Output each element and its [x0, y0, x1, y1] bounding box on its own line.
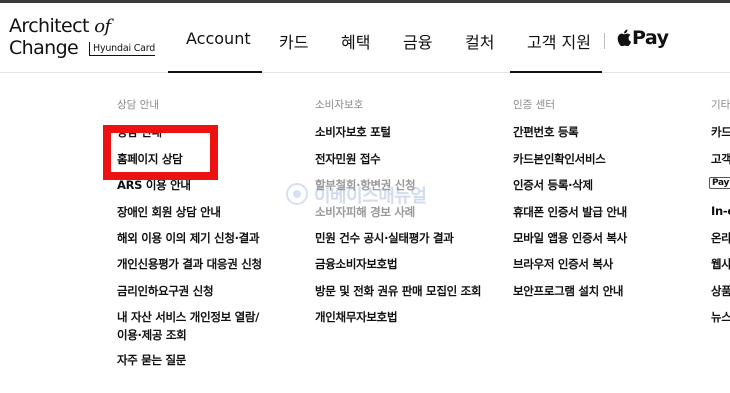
column-title-consumer-protection: 소비자보호: [315, 99, 364, 111]
menu-card-identity-service[interactable]: 카드본인확인서비스: [513, 151, 606, 167]
menu-etc-pay[interactable]: Pay: [709, 177, 730, 189]
menu-etc-web[interactable]: 웹사: [711, 256, 730, 272]
watermark-text: 이베이스매뉴얼: [314, 186, 427, 207]
menu-disabled-member-guide[interactable]: 장애인 회원 상담 안내: [117, 204, 221, 220]
menu-etc-online[interactable]: 온라: [711, 230, 730, 246]
column-title-etc: 기타: [711, 99, 730, 111]
apple-icon: [617, 29, 631, 46]
menu-interest-reduction-request[interactable]: 금리인하요구권 신청: [117, 283, 214, 299]
menu-certificate-register-delete[interactable]: 인증서 등록·삭제: [513, 177, 593, 193]
watermark: 이베이스매뉴얼: [286, 180, 456, 212]
hyundai-card-logo[interactable]: Architect of Change Hyundai Card: [9, 15, 159, 61]
pay-label: Pay: [632, 27, 669, 49]
nav-divider: [604, 33, 605, 49]
nav-account[interactable]: Account: [186, 29, 251, 48]
highlight-box: [103, 125, 218, 180]
header: Architect of Change Hyundai Card Account…: [0, 3, 730, 73]
menu-security-program-guide[interactable]: 보안프로그램 설치 안내: [513, 283, 624, 299]
logo-card-label: Hyundai Card: [89, 42, 155, 56]
menu-e-complaint[interactable]: 전자민원 접수: [315, 151, 381, 167]
menu-faq[interactable]: 자주 묻는 질문: [117, 352, 186, 368]
logo-line-2: Change: [9, 37, 79, 59]
menu-credit-evaluation-response[interactable]: 개인신용평가 결과 대응권 신청: [117, 256, 262, 272]
nav-finance[interactable]: 금융: [403, 29, 432, 53]
customer-support-active-indicator: [510, 71, 602, 73]
menu-solicitor-lookup[interactable]: 방문 및 전화 권유 판매 모집인 조회: [315, 283, 481, 299]
menu-etc-in-car[interactable]: In-c: [711, 204, 730, 218]
menu-mobile-app-certificate-copy[interactable]: 모바일 앱용 인증서 복사: [513, 230, 627, 246]
menu-asset-service-privacy[interactable]: 내 자산 서비스 개인정보 열람/: [117, 309, 259, 325]
menu-asset-service-privacy-line2[interactable]: 이용·제공 조회: [117, 327, 187, 343]
menu-mobile-certificate-guide[interactable]: 휴대폰 인증서 발급 안내: [513, 204, 627, 220]
menu-etc-product[interactable]: 상품: [711, 283, 730, 299]
watermark-icon: [286, 183, 308, 205]
menu-simple-pin-register[interactable]: 간편번호 등록: [513, 124, 579, 140]
menu-overseas-dispute[interactable]: 해외 이용 이의 제기 신청·결과: [117, 230, 260, 246]
logo-line-1: Architect of: [9, 15, 111, 37]
menu-complaint-disclosure[interactable]: 민원 건수 공시·실태평가 결과: [315, 230, 454, 246]
column-title-consultation: 상담 안내: [117, 99, 159, 111]
menu-consumer-protection-portal[interactable]: 소비자보호 포털: [315, 124, 391, 140]
nav-customer-support[interactable]: 고객 지원: [527, 29, 591, 53]
menu-etc-news[interactable]: 뉴스: [711, 309, 730, 325]
account-active-indicator: [168, 71, 262, 73]
menu-financial-consumer-law[interactable]: 금융소비자보호법: [315, 256, 398, 272]
menu-etc-card[interactable]: 카드: [711, 124, 730, 140]
menu-personal-debtor-law[interactable]: 개인채무자보호법: [315, 309, 398, 325]
column-title-certification: 인증 센터: [513, 99, 555, 111]
menu-browser-certificate-copy[interactable]: 브라우저 인증서 복사: [513, 256, 613, 272]
nav-card[interactable]: 카드: [279, 29, 308, 53]
menu-etc-customer[interactable]: 고객: [711, 151, 730, 167]
nav-culture[interactable]: 컬처: [465, 29, 494, 53]
nav-benefits[interactable]: 혜택: [341, 29, 370, 53]
